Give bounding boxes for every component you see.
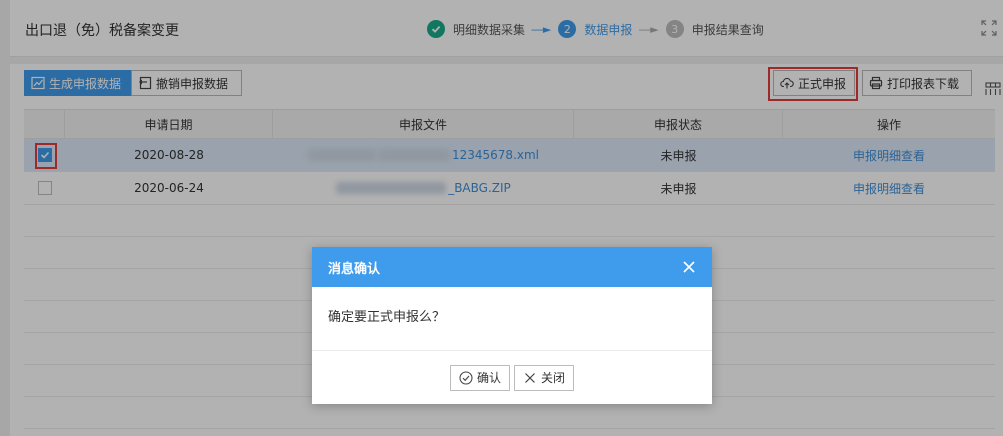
confirm-button[interactable]: 确认: [449, 364, 510, 391]
dialog-message: 确定要正式申报么？: [328, 310, 446, 325]
confirm-dialog: 消息确认 确定要正式申报么？ 确认 关闭: [312, 247, 712, 404]
dialog-footer: 确认 关闭: [312, 350, 712, 404]
check-circle-icon: [459, 370, 473, 385]
dialog-title: 消息确认: [328, 261, 381, 277]
close-button[interactable]: 关闭: [514, 364, 575, 391]
close-label: 关闭: [541, 371, 566, 385]
close-icon[interactable]: [682, 260, 696, 274]
dialog-header: 消息确认: [312, 247, 712, 287]
confirm-label: 确认: [476, 371, 501, 385]
x-icon: [525, 372, 535, 383]
